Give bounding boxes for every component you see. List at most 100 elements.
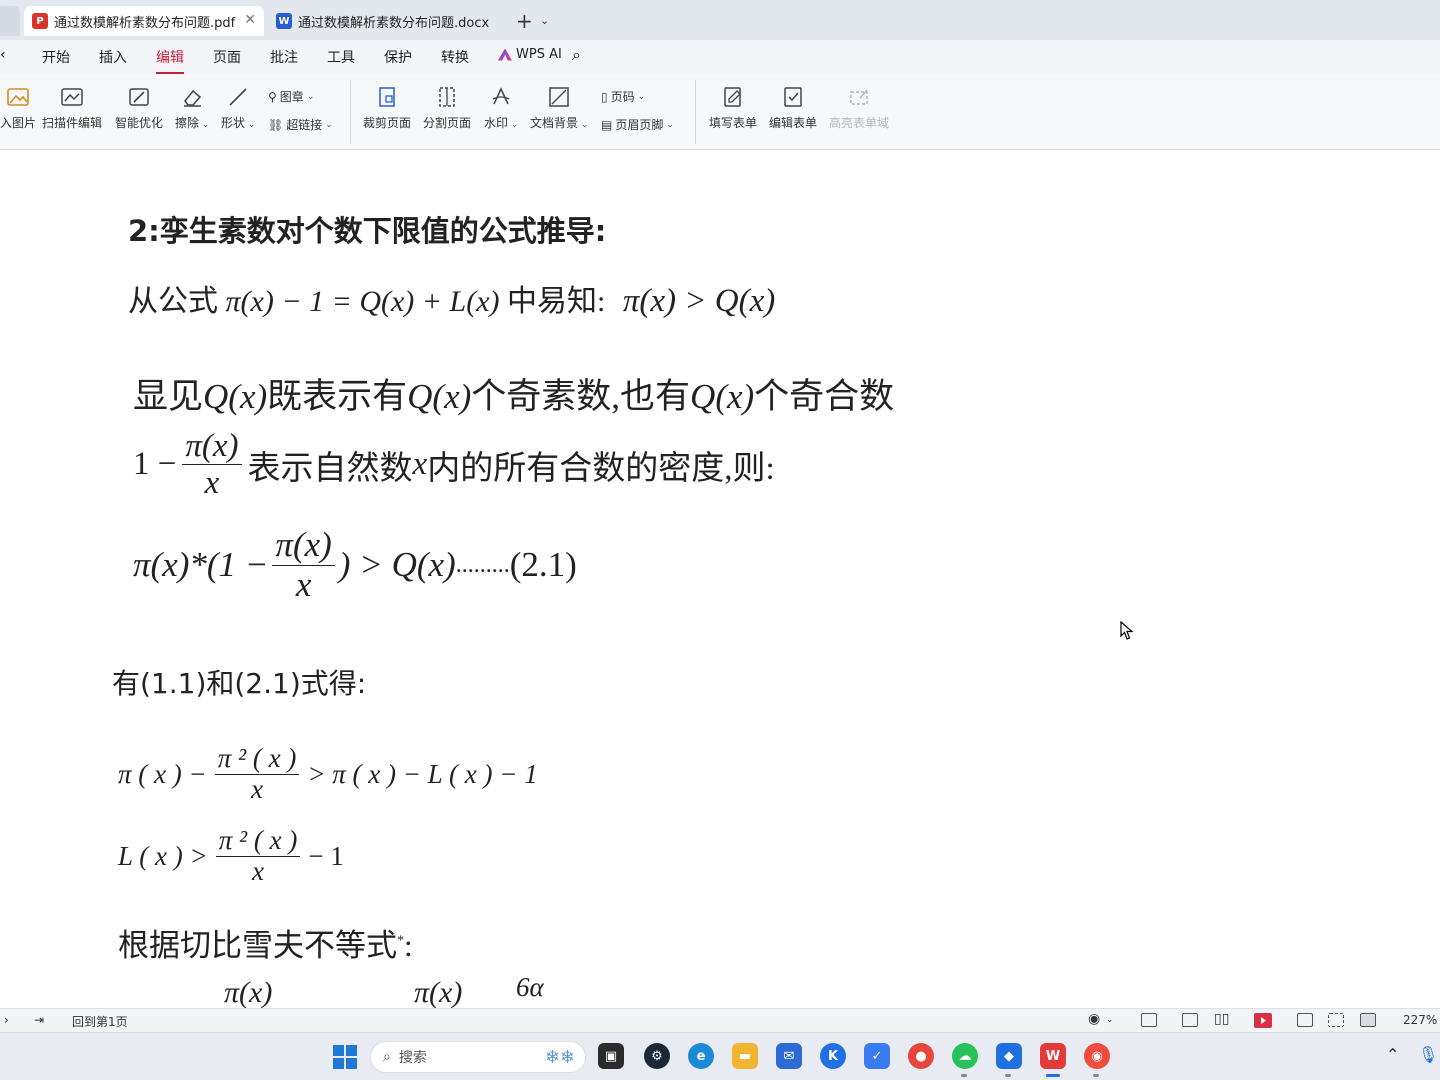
footnote-mark: *: [397, 933, 404, 949]
new-tab-plus-icon[interactable]: +: [516, 9, 533, 33]
menu-page[interactable]: 页面: [213, 47, 241, 67]
stamp-button[interactable]: ⚲ 图章 ⌄: [268, 88, 314, 105]
hyperlink-button[interactable]: ⛓ 超链接 ⌄: [268, 116, 333, 133]
document-page: 2:孪生素数对个数下限值的公式推导: 从公式 π(x) − 1 = Q(x) +…: [0, 150, 1440, 1008]
fit-page-icon[interactable]: [1328, 1013, 1344, 1027]
fit-width-icon[interactable]: [1297, 1013, 1313, 1027]
section-heading: 2:孪生素数对个数下限值的公式推导:: [128, 214, 607, 248]
tab-overflow-stub[interactable]: [0, 6, 20, 36]
magic-wand-icon: [128, 86, 150, 108]
scan-edit-label: 扫描件编辑: [42, 116, 103, 130]
search-icon[interactable]: ⌕: [572, 45, 581, 65]
tab-pdf[interactable]: P 通过数模解析素数分布问题.pdf ✕: [24, 6, 264, 36]
file-explorer-icon[interactable]: ▬: [732, 1043, 758, 1069]
menu-left-arrow-icon[interactable]: ‹: [0, 47, 6, 63]
fill-form-button[interactable]: 填写表单: [709, 86, 757, 131]
last-page-icon[interactable]: ⇥: [34, 1013, 44, 1027]
cloud-drive-icon[interactable]: ◆: [996, 1043, 1022, 1069]
shape-button[interactable]: 形状 ⌄: [221, 86, 255, 131]
menu-insert[interactable]: 插入: [99, 47, 127, 67]
chevron-down-icon: ⌄: [666, 119, 674, 130]
page-number-button[interactable]: ▯ 页码 ⌄: [601, 88, 645, 105]
split-page-button[interactable]: 分割页面: [423, 86, 471, 131]
single-page-view-icon[interactable]: [1141, 1013, 1157, 1027]
menu-tools[interactable]: 工具: [327, 47, 355, 67]
doc-background-button[interactable]: 文档背景 ⌄: [530, 86, 588, 131]
tray-chevron-up-icon[interactable]: ⌃: [1386, 1045, 1399, 1064]
menu-edit[interactable]: 编辑: [156, 47, 184, 74]
formula-line-4: π(x)*(1 − π(x) x ) > Q(x)......... (2.1): [133, 525, 577, 604]
tab-docx[interactable]: W 通过数模解析素数分布问题.docx: [268, 6, 506, 36]
zoom-level[interactable]: 227%: [1403, 1013, 1437, 1027]
fraction-numerator: 6α: [516, 972, 544, 1002]
taskbar-search[interactable]: ⌕ 搜索 ❄❄: [370, 1041, 586, 1073]
doc-background-label: 文档背景: [530, 116, 579, 130]
chevron-down-icon: ⌄: [245, 120, 256, 130]
microphone-icon[interactable]: 🎙: [1418, 1045, 1438, 1064]
running-indicator: [961, 1074, 967, 1077]
erase-button[interactable]: 擦除 ⌄: [175, 86, 209, 131]
search-placeholder: 搜索: [398, 1050, 427, 1066]
insert-image-button[interactable]: 入图片: [0, 86, 36, 131]
menu-convert[interactable]: 转换: [441, 47, 469, 67]
crop-icon: [376, 86, 398, 108]
chevron-down-icon: ⌄: [199, 120, 210, 130]
chebyshev-line: 根据切比雪夫不等式*:: [118, 920, 413, 965]
watermark-button[interactable]: 水印 ⌄: [484, 86, 518, 131]
wps-office-icon[interactable]: W: [1040, 1043, 1066, 1069]
text-span: 个奇素数,也有: [471, 377, 691, 416]
close-tab-icon[interactable]: ✕: [244, 12, 256, 28]
read-mode-icon[interactable]: [1360, 1013, 1376, 1027]
next-page-icon[interactable]: ›: [4, 1013, 9, 1027]
mouse-cursor-icon: [1120, 621, 1134, 640]
watermark-label: 水印: [484, 116, 509, 130]
header-footer-label: 页眉页脚: [615, 118, 664, 132]
menu-protect[interactable]: 保护: [384, 47, 412, 67]
word-file-icon: W: [276, 13, 292, 29]
edge-browser-icon[interactable]: e: [688, 1043, 714, 1069]
header-footer-button[interactable]: ▤ 页眉页脚 ⌄: [601, 116, 674, 133]
stamp-label: 图章: [279, 90, 304, 104]
task-view-icon[interactable]: ▣: [598, 1043, 624, 1069]
math-expression: π(x)*(1 −: [133, 545, 269, 584]
eye-icon[interactable]: ◉: [1088, 1011, 1100, 1027]
chrome-icon[interactable]: ●: [908, 1043, 934, 1069]
chevron-down-icon: ⌄: [306, 91, 315, 102]
density-fraction: π(x) x: [182, 428, 242, 502]
split-page-label: 分割页面: [423, 116, 472, 130]
math-inequality: π(x) > Q(x): [622, 283, 776, 319]
fraction-numerator: π(x): [272, 525, 335, 566]
snowflake-icon: ❄❄: [544, 1046, 575, 1068]
screen-recorder-icon[interactable]: ◉: [1084, 1043, 1110, 1069]
steam-icon[interactable]: ⚙: [644, 1043, 670, 1069]
play-slideshow-icon[interactable]: [1254, 1013, 1272, 1028]
math-x: x: [412, 446, 428, 483]
chevron-down-icon[interactable]: ⌄: [1106, 1015, 1114, 1025]
status-bar: › ⇥ 回到第1页 ◉ ⌄ ▯▯ 227%: [0, 1008, 1440, 1032]
form-fill-icon: [722, 86, 744, 108]
scan-edit-button[interactable]: 扫描件编辑: [42, 86, 102, 131]
crop-page-button[interactable]: 裁剪页面: [363, 86, 411, 131]
two-page-view-icon[interactable]: ▯▯: [1214, 1011, 1229, 1027]
background-icon: [548, 86, 570, 108]
wps-ai-button[interactable]: WPS AI: [498, 47, 562, 62]
feishu-icon[interactable]: ✓: [864, 1043, 890, 1069]
formula-line-7: L ( x ) > π ² ( x ) x − 1: [118, 825, 344, 886]
k-app-icon[interactable]: K: [820, 1043, 846, 1069]
math-expression: L ( x ) >: [118, 840, 208, 871]
highlight-form-button[interactable]: 高亮表单域: [829, 86, 889, 131]
smart-optimize-button[interactable]: 智能优化: [115, 86, 163, 131]
fill-form-label: 填写表单: [709, 116, 758, 130]
edit-form-button[interactable]: 编辑表单: [769, 86, 817, 131]
fraction-numerator: π(x): [182, 428, 242, 466]
windows-start-icon[interactable]: [333, 1045, 357, 1069]
text-span: :: [404, 928, 413, 963]
fraction-numerator: π ² ( x ): [215, 825, 301, 857]
tab-list-chevron-icon[interactable]: ⌄: [540, 14, 549, 27]
wechat-icon[interactable]: ☁: [952, 1043, 978, 1069]
menu-start[interactable]: 开始: [42, 47, 70, 67]
menu-annotate[interactable]: 批注: [270, 47, 298, 67]
continuous-view-icon[interactable]: [1182, 1013, 1198, 1027]
mail-icon[interactable]: ✉: [776, 1043, 802, 1069]
goto-first-page-button[interactable]: 回到第1页: [72, 1013, 128, 1030]
